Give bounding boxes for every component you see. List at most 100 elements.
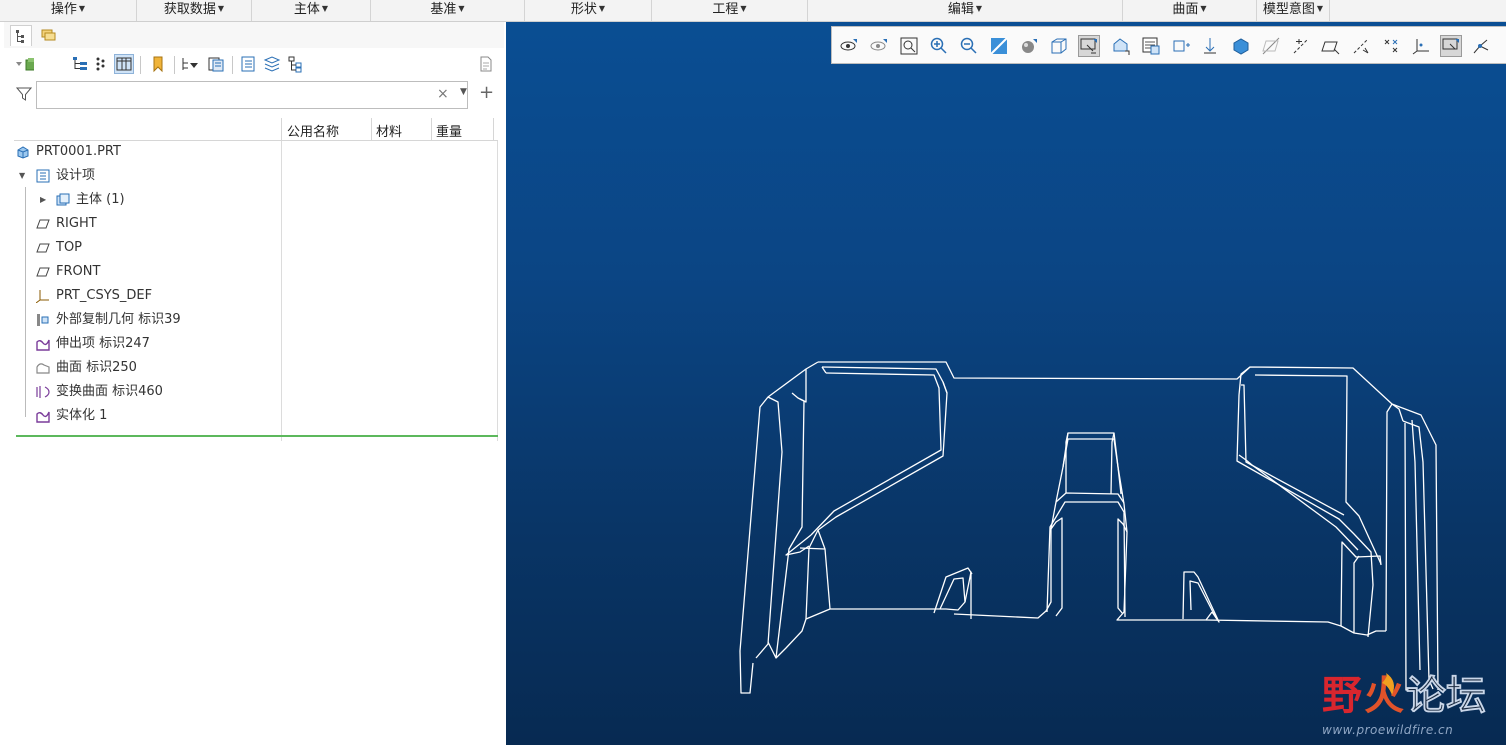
toolbar-separator [140, 56, 141, 74]
toolbar-separator [174, 56, 175, 74]
tree-list-button[interactable] [238, 54, 258, 74]
search-input[interactable] [36, 81, 468, 109]
model-tree-icon [16, 30, 24, 43]
ribbon-group-engineering[interactable]: 工程 ▼ [652, 0, 808, 21]
csys-icon [36, 290, 49, 303]
ribbon-group-surfaces[interactable]: 曲面 ▼ [1123, 0, 1257, 21]
tree-show-button[interactable] [206, 54, 226, 74]
column-material[interactable]: 材料 [376, 121, 402, 140]
tree-item-part[interactable]: PRT0001.PRT [14, 141, 279, 163]
ribbon-group-shapes[interactable]: 形状 ▼ [525, 0, 652, 21]
dotted-list-icon [96, 57, 105, 71]
tree-item-surface[interactable]: 曲面 标识250 [14, 357, 279, 379]
graphics-window[interactable]: 野 火 论坛 www.proewildfire.cn [506, 22, 1506, 745]
ribbon-group-operations[interactable]: 操作 ▼ [0, 0, 137, 21]
column-common-name[interactable]: 公用名称 [287, 121, 339, 140]
insert-here-marker[interactable] [16, 435, 498, 437]
add-filter-icon[interactable]: + [479, 82, 494, 103]
tree-item-copy-geometry[interactable]: 外部复制几何 标识39 [14, 309, 279, 331]
expand-icon[interactable]: ▶ [40, 189, 46, 211]
tree-settings-button[interactable] [148, 54, 168, 74]
bottom-center-flange [953, 432, 1213, 621]
navigator-tabs [4, 22, 504, 48]
left-rib-triangle [933, 567, 973, 614]
tab-folder-browser[interactable] [38, 25, 58, 45]
chevron-down-icon[interactable]: ▼ [460, 87, 467, 97]
column-divider[interactable] [431, 118, 432, 140]
tree-item-label: TOP [56, 240, 83, 255]
chevron-down-icon [16, 58, 34, 71]
tree-filter-button[interactable] [70, 54, 90, 74]
datum-plane-icon [36, 219, 50, 229]
tree-column-header: 公用名称 材料 重量 [14, 118, 498, 141]
ribbon-group-label: 编辑 [947, 2, 974, 17]
center-boss-front [1046, 501, 1126, 618]
ribbon-group-label: 曲面 [1172, 2, 1199, 17]
right-window-bottom [1238, 454, 1359, 551]
ribbon-group-model-intent[interactable]: 模型意图 ▼ [1257, 0, 1330, 21]
layers-icon [263, 56, 281, 72]
tree-item-body[interactable]: ▶ 主体 (1) [14, 189, 279, 211]
layers-folder-icon [41, 29, 56, 41]
tree-item-label: 外部复制几何 标识39 [56, 312, 181, 327]
ribbon-group-editing[interactable]: 编辑 ▼ [808, 0, 1123, 21]
tree-item-solidify[interactable]: 实体化 1 [14, 405, 279, 427]
left-wall-inner1 [755, 396, 783, 659]
tree-columns-button[interactable] [91, 54, 111, 74]
ribbon-group-label: 基准 [430, 2, 457, 17]
model-tree-toolbar [14, 54, 504, 76]
watermark-main-glyphs: 野 [1322, 673, 1362, 719]
tree-expand-button[interactable] [180, 54, 200, 74]
ribbon-group-datum[interactable]: 基准 ▼ [371, 0, 525, 21]
right-step-inner [1353, 555, 1360, 633]
list-icon [241, 56, 255, 72]
column-divider[interactable] [281, 118, 282, 140]
tree-item-top-plane[interactable]: TOP [14, 237, 279, 259]
center-boss-left-side [1050, 517, 1063, 617]
ribbon-group-get-data[interactable]: 获取数据 ▼ [137, 0, 252, 21]
left-wall-inner2 [767, 392, 805, 659]
ribbon-group-label: 主体 [293, 2, 320, 17]
tree-display-dropdown[interactable] [14, 54, 34, 74]
bottom-right-flange [1205, 619, 1386, 636]
filter-icon [16, 87, 32, 101]
ribbon-group-label: 工程 [712, 2, 739, 17]
right-wall-line [1411, 419, 1421, 671]
tree-item-right-plane[interactable]: RIGHT [14, 213, 279, 235]
chevron-down-icon: ▼ [1200, 4, 1207, 13]
tree-item-front-plane[interactable]: FRONT [14, 261, 279, 283]
tree-item-label: PRT0001.PRT [36, 144, 121, 159]
tree-item-transform-surface[interactable]: 变换曲面 标识460 [14, 381, 279, 403]
tree-hierarchy-button[interactable] [286, 54, 306, 74]
tree-columns-toggle[interactable] [114, 54, 134, 74]
column-weight[interactable]: 重量 [436, 121, 462, 140]
ribbon-group-body[interactable]: 主体 ▼ [252, 0, 371, 21]
tree-notes-button[interactable] [476, 54, 496, 74]
chevron-down-icon: ▼ [78, 4, 86, 13]
tree-layers-button[interactable] [262, 54, 282, 74]
body-icon [56, 193, 70, 206]
tree-item-label: PRT_CSYS_DEF [56, 288, 153, 303]
left-window-inner [810, 372, 942, 536]
ribbon-group-label: 形状 [570, 2, 597, 17]
watermark-main-glyphs: 火 [1364, 673, 1404, 719]
tree-item-protrusion[interactable]: 伸出项 标识247 [14, 333, 279, 355]
column-divider[interactable] [493, 118, 494, 140]
tab-model-tree[interactable] [10, 25, 32, 46]
model-tree: PRT0001.PRT ▼ 设计项 ▶ 主体 (1) RIGHT TOP FRO… [14, 141, 498, 441]
toolbar-separator [232, 56, 233, 74]
collapse-icon[interactable]: ▼ [19, 165, 25, 187]
wireframe-model[interactable] [506, 22, 1506, 745]
tree-item-label: 设计项 [56, 168, 96, 183]
column-divider[interactable] [371, 118, 372, 140]
tree-item-design-items[interactable]: ▼ 设计项 [14, 165, 279, 187]
right-wall-inner [1404, 422, 1429, 692]
column-gridline [497, 141, 498, 441]
chevron-down-icon: ▼ [740, 4, 747, 13]
right-window-right [1254, 374, 1382, 565]
tree-filter-icon [182, 58, 198, 70]
tree-item-csys[interactable]: PRT_CSYS_DEF [14, 285, 279, 307]
datum-plane-icon [36, 267, 50, 277]
right-step [1340, 541, 1382, 627]
clear-icon[interactable]: × [437, 86, 449, 102]
